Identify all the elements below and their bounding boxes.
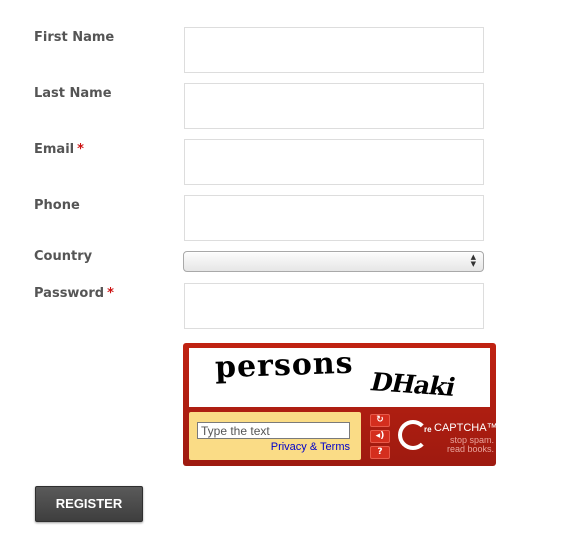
last-name-label-text: Last Name	[34, 86, 112, 101]
refresh-icon[interactable]: ↻	[370, 414, 390, 427]
help-icon[interactable]: ?	[370, 446, 390, 459]
recaptcha-brand-prefix: re	[424, 425, 432, 434]
privacy-terms-link[interactable]: Privacy & Terms	[271, 441, 350, 453]
captcha-response-panel: Privacy & Terms	[189, 412, 361, 460]
phone-label-text: Phone	[34, 198, 80, 213]
last-name-label: Last Name	[34, 86, 112, 101]
phone-input[interactable]	[184, 195, 484, 241]
recaptcha-tagline-line2: read books.	[446, 444, 494, 454]
password-input[interactable]	[184, 283, 484, 329]
country-select[interactable]: ▲ ▼	[183, 251, 484, 272]
country-label: Country	[34, 249, 92, 264]
captcha-image: persons DHaki	[189, 345, 490, 407]
country-label-text: Country	[34, 249, 93, 264]
first-name-label: First Name	[34, 30, 114, 45]
email-label-text: Email	[34, 142, 75, 157]
email-label: Email *	[34, 142, 84, 157]
recaptcha-tagline: stop spam. read books.	[434, 436, 494, 454]
select-arrows-icon: ▲ ▼	[470, 253, 476, 268]
password-required-marker: *	[107, 286, 114, 301]
captcha-response-input[interactable]	[197, 422, 350, 439]
first-name-label-text: First Name	[34, 30, 115, 45]
recaptcha-logo: re CAPTCHA™ stop spam. read books.	[398, 417, 498, 461]
password-label-text: Password	[34, 286, 105, 301]
password-label: Password *	[34, 286, 114, 301]
first-name-input[interactable]	[184, 27, 484, 73]
captcha-word-1: persons	[214, 345, 355, 386]
email-required-marker: *	[77, 142, 84, 157]
audio-icon[interactable]: ◂)	[370, 430, 390, 443]
recaptcha-brand-name: CAPTCHA™	[434, 422, 498, 434]
recaptcha-widget: persons DHaki Privacy & Terms ↻ ◂) ? re …	[183, 343, 498, 466]
email-input[interactable]	[184, 139, 484, 185]
last-name-input[interactable]	[184, 83, 484, 129]
phone-label: Phone	[34, 198, 80, 213]
captcha-word-2: DHaki	[367, 367, 458, 402]
register-button[interactable]: REGISTER	[35, 486, 143, 522]
